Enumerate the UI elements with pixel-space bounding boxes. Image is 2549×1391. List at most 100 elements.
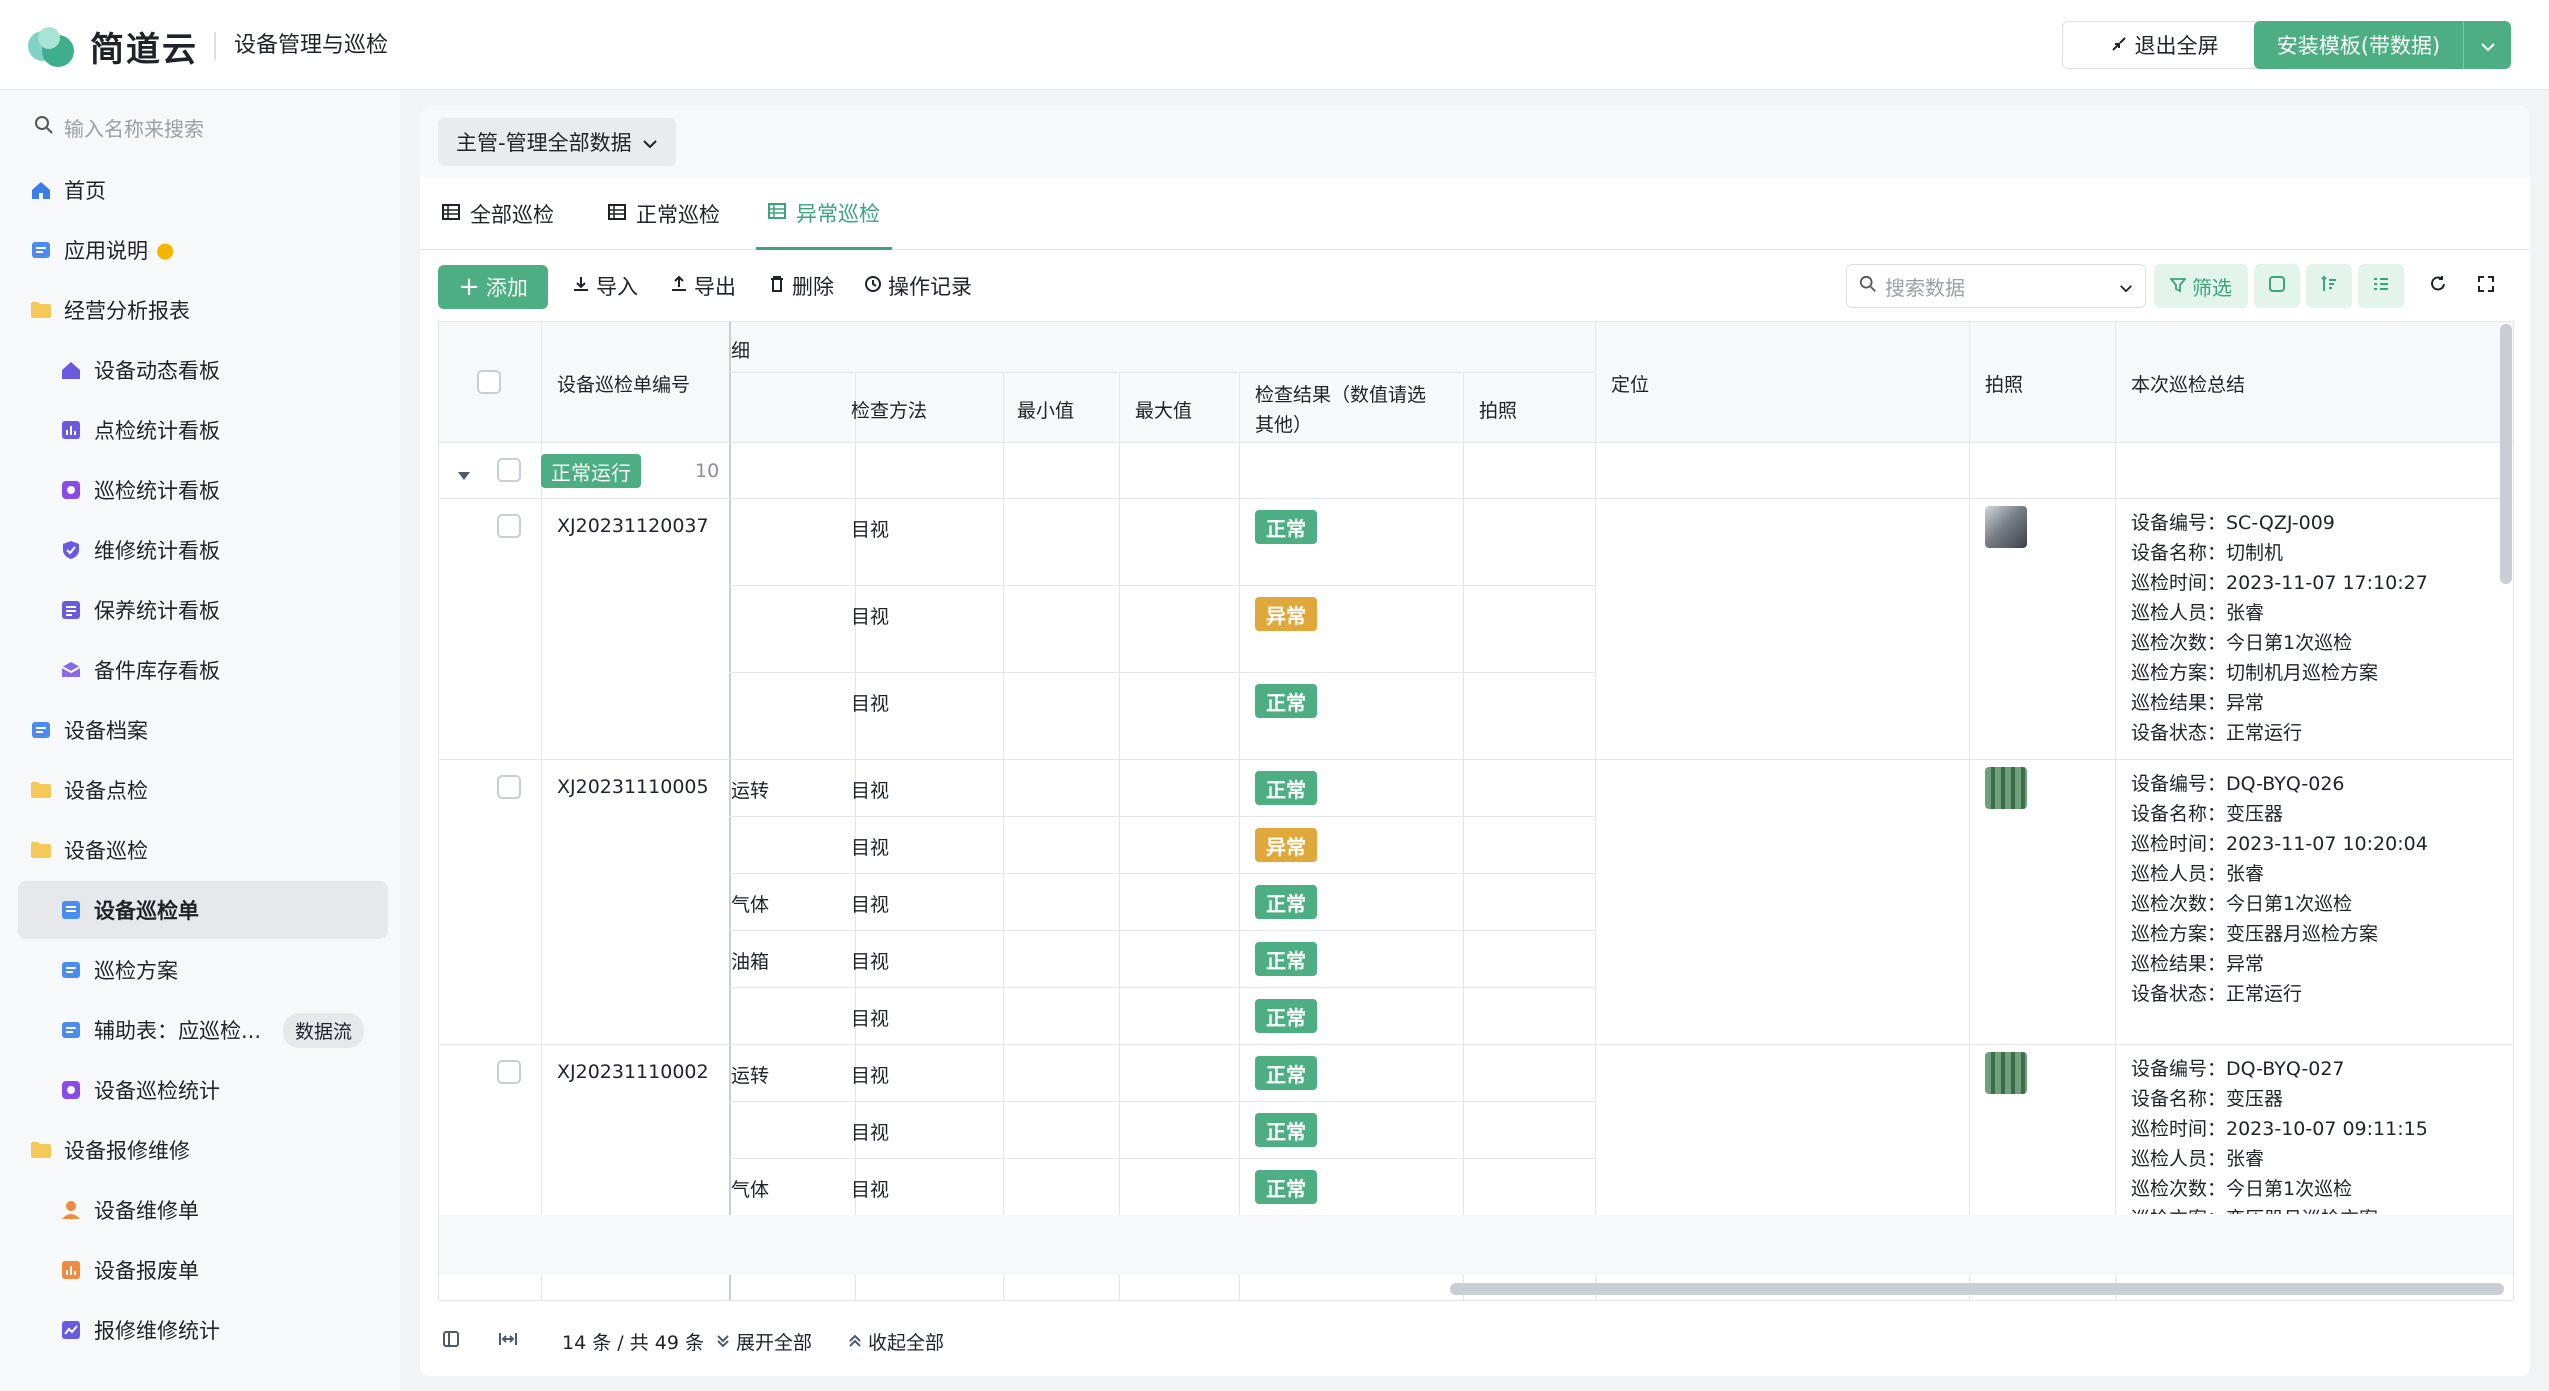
tab-abnormal-inspections[interactable]: 异常巡检: [756, 178, 892, 250]
install-dropdown-button[interactable]: [2463, 21, 2511, 69]
doc-icon: [60, 1019, 82, 1041]
data-flow-badge: 数据流: [283, 1012, 365, 1048]
header-summary[interactable]: 本次巡检总结: [2131, 370, 2245, 397]
card-view-button[interactable]: [2254, 264, 2300, 308]
select-all-checkbox[interactable]: [477, 370, 501, 394]
table-icon: [442, 202, 460, 226]
sidebar-item-device-dashboard[interactable]: 设备动态看板: [18, 341, 388, 399]
caret-down-icon[interactable]: [457, 462, 471, 486]
search-input[interactable]: 搜索数据: [1846, 264, 2146, 308]
row-checkbox[interactable]: [497, 775, 521, 799]
header-max[interactable]: 最大值: [1135, 396, 1192, 423]
install-template-button[interactable]: 安装模板(带数据): [2254, 21, 2463, 69]
sidebar-item-business-reports[interactable]: 经营分析报表: [18, 281, 388, 339]
history-label: 操作记录: [888, 275, 972, 299]
sidebar-item-inspection-stats[interactable]: 设备巡检统计: [18, 1061, 388, 1119]
record-id[interactable]: XJ20231120037: [557, 515, 709, 537]
summary-line: 设备编号：DQ-BYQ-027: [2131, 1058, 2345, 1080]
sidebar-item-app-guide[interactable]: 应用说明 ●: [18, 221, 388, 279]
summary-line: 巡检时间：2023-11-07 10:20:04: [2131, 833, 2428, 855]
tab-all-inspections[interactable]: 全部巡检: [442, 178, 554, 250]
sidebar-item-maintenance-dashboard[interactable]: 保养统计看板: [18, 581, 388, 639]
logo-text: 简道云: [90, 30, 198, 70]
summary-line: 巡检方案：变压器月巡检方案: [2131, 923, 2379, 945]
summary-line: 巡检次数：今日第1次巡检: [2131, 893, 2353, 915]
sidebar-item-aux-table[interactable]: 辅助表：应巡检... 数据流: [18, 1001, 388, 1059]
sidebar-item-device-archive[interactable]: 设备档案: [18, 701, 388, 759]
sidebar-item-spot-check-dashboard[interactable]: 点检统计看板: [18, 401, 388, 459]
sidebar-item-inspection[interactable]: 设备巡检: [18, 821, 388, 879]
horizontal-scrollbar[interactable]: [1450, 1283, 2504, 1295]
exit-fullscreen-button[interactable]: 退出全屏: [2062, 21, 2267, 69]
doc-icon: [30, 239, 52, 261]
result-tag: 异常: [1255, 828, 1317, 862]
tab-normal-inspections[interactable]: 正常巡检: [608, 178, 720, 250]
sort-button[interactable]: [2306, 264, 2352, 308]
result-tag: 正常: [1255, 771, 1317, 805]
sidebar-item-spare-parts-dashboard[interactable]: 备件库存看板: [18, 641, 388, 699]
photo-thumbnail[interactable]: [1985, 506, 2027, 548]
row-checkbox[interactable]: [497, 514, 521, 538]
filter-label: 筛选: [2192, 275, 2232, 300]
collapse-all-button[interactable]: 收起全部: [848, 1328, 944, 1355]
home-icon: [60, 359, 82, 381]
collapse-all-label: 收起全部: [868, 1332, 945, 1354]
export-button[interactable]: 导出: [670, 271, 736, 301]
toolbar: + 添加 导入 导出 删除 操作记录 搜索数据 筛选: [420, 261, 2530, 317]
filter-button[interactable]: 筛选: [2154, 264, 2248, 308]
row-checkbox[interactable]: [497, 1060, 521, 1084]
panel-toggle-icon[interactable]: [442, 1330, 460, 1353]
refresh-button[interactable]: [2418, 264, 2458, 308]
chevron-down-icon: [2480, 33, 2496, 57]
header-result-line1[interactable]: 检查结果（数值请选: [1255, 380, 1426, 407]
header-id[interactable]: 设备巡检单编号: [557, 370, 690, 397]
record-id[interactable]: XJ20231110005: [557, 776, 709, 798]
result-tag: 正常: [1255, 684, 1317, 718]
expand-all-button[interactable]: 展开全部: [716, 1328, 812, 1355]
photo-thumbnail[interactable]: [1985, 1052, 2027, 1094]
summary-line: 巡检结果：异常: [2131, 692, 2265, 714]
sidebar-item-label: 设备巡检: [64, 839, 148, 863]
sidebar-item-home[interactable]: 首页: [18, 161, 388, 219]
fit-width-icon[interactable]: [498, 1330, 518, 1353]
header-location[interactable]: 定位: [1611, 370, 1649, 397]
import-button[interactable]: 导入: [572, 271, 638, 301]
collapse-icon: [2111, 33, 2127, 57]
data-scope-dropdown[interactable]: 主管-管理全部数据: [438, 118, 676, 166]
item-cell: 油箱: [731, 951, 770, 973]
sidebar-item-repair-order[interactable]: 设备维修单: [18, 1181, 388, 1239]
sidebar-item-repair-dashboard[interactable]: 维修统计看板: [18, 521, 388, 579]
sidebar-item-scrap-order[interactable]: 设备报废单: [18, 1241, 388, 1299]
sidebar-item-repair-stats[interactable]: 报修维修统计: [18, 1301, 388, 1359]
plus-icon: +: [458, 272, 480, 302]
group-checkbox[interactable]: [497, 458, 521, 482]
chart-icon: [60, 1259, 82, 1281]
card-icon: [2268, 274, 2286, 298]
record-count: 14 条 / 共 49 条: [562, 1332, 704, 1354]
doc-icon: [30, 719, 52, 741]
sidebar-item-repair[interactable]: 设备报修维修: [18, 1121, 388, 1179]
item-cell: 气体: [731, 894, 770, 916]
sidebar-item-inspection-form[interactable]: 设备巡检单: [18, 881, 388, 939]
sidebar-item-spot-check[interactable]: 设备点检: [18, 761, 388, 819]
photo-thumbnail[interactable]: [1985, 767, 2027, 809]
delete-button[interactable]: 删除: [768, 271, 834, 301]
refresh-icon: [2428, 274, 2448, 299]
sidebar-search[interactable]: 输入名称来搜索: [34, 113, 204, 142]
header-photo[interactable]: 拍照: [1985, 370, 2023, 397]
header-photo-sub[interactable]: 拍照: [1479, 396, 1517, 423]
sidebar-item-inspection-dashboard[interactable]: 巡检统计看板: [18, 461, 388, 519]
vertical-scrollbar[interactable]: [2500, 324, 2512, 584]
fullscreen-button[interactable]: [2466, 264, 2506, 308]
search-icon: [1859, 274, 1877, 298]
inspection-summary: 设备编号：SC-QZJ-009 设备名称：切制机 巡检时间：2023-11-07…: [2131, 508, 2428, 748]
sidebar-item-inspection-plan[interactable]: 巡检方案: [18, 941, 388, 999]
header-method[interactable]: 检查方法: [851, 396, 927, 423]
record-id[interactable]: XJ20231110002: [557, 1061, 709, 1083]
add-button[interactable]: + 添加: [438, 265, 548, 309]
logo[interactable]: 简道云: [28, 22, 198, 71]
history-button[interactable]: 操作记录: [864, 271, 972, 301]
header-min[interactable]: 最小值: [1017, 396, 1074, 423]
sidebar-item-label: 设备维修单: [94, 1199, 199, 1223]
group-button[interactable]: [2358, 264, 2404, 308]
